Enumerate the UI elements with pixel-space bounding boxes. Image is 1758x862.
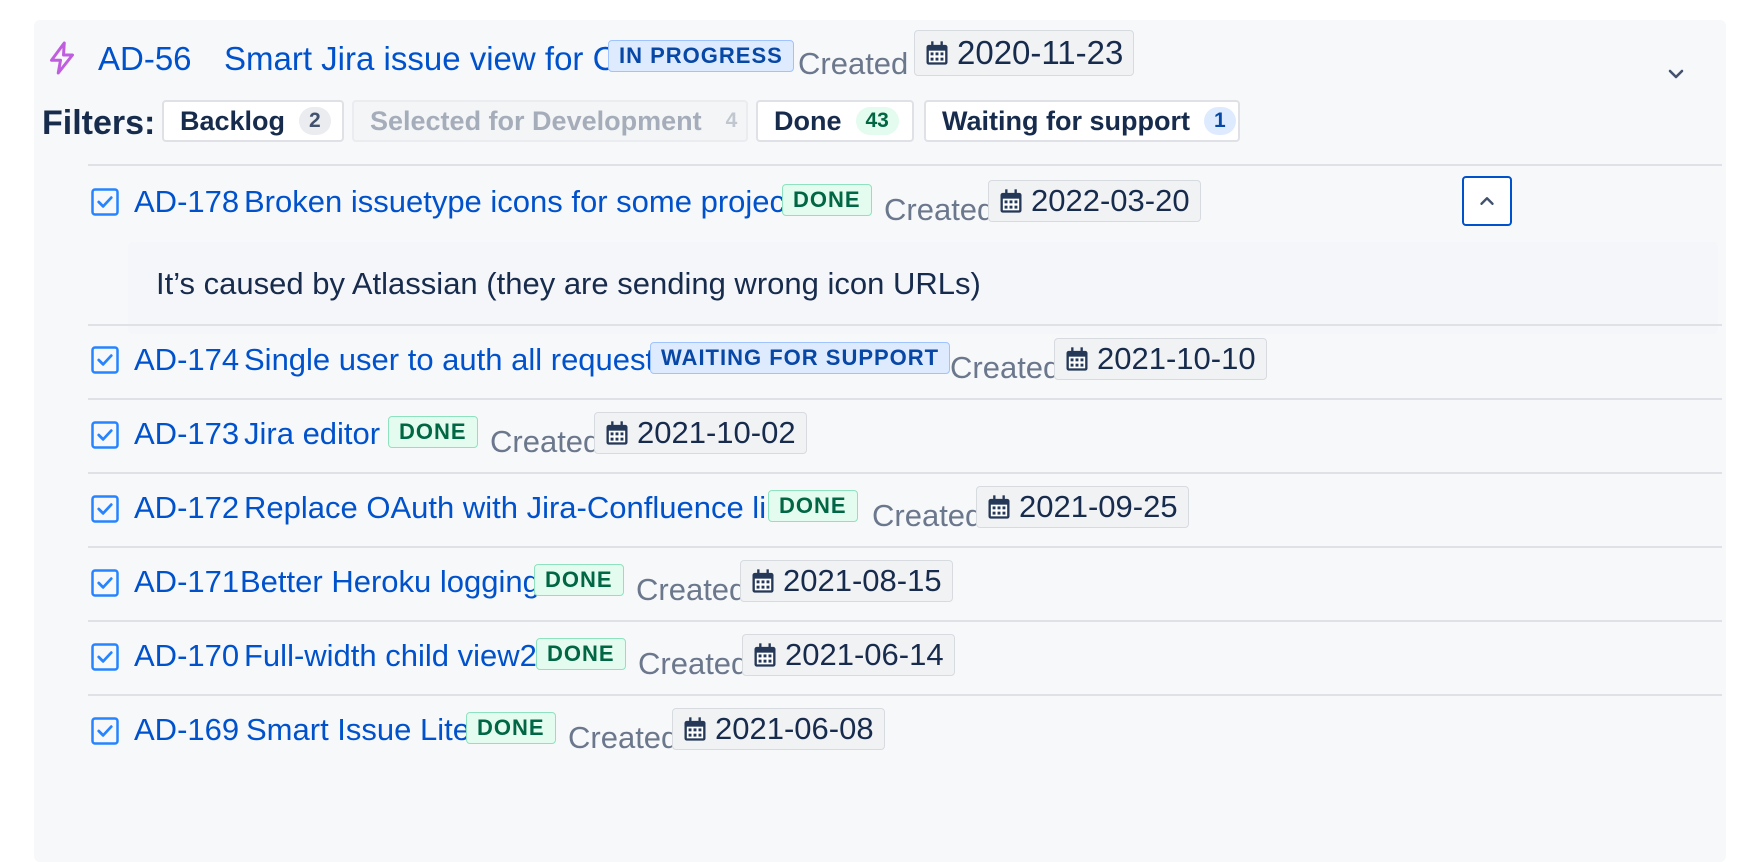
calendar-icon [1066, 347, 1088, 371]
filter-count: 43 [855, 107, 899, 135]
issue-title-link[interactable]: Replace OAuth with Jira-Confluence link [244, 490, 799, 526]
filter-waiting-for-support[interactable]: Waiting for support 1 [924, 100, 1240, 142]
created-date: 2021-10-10 [1054, 338, 1267, 380]
date-text: 2022-03-20 [1031, 183, 1190, 218]
calendar-icon [606, 421, 628, 445]
issue-key-link[interactable]: AD-170 [134, 638, 239, 674]
issue-key-link[interactable]: AD-169 [134, 712, 239, 748]
description-text: It’s caused by Atlassian (they are sendi… [156, 266, 981, 301]
checkbox-icon [91, 346, 119, 374]
collapse-button[interactable] [1462, 176, 1512, 226]
status-lozenge: WAITING FOR SUPPORT [650, 342, 951, 374]
filter-label: Waiting for support [942, 105, 1190, 136]
filter-done[interactable]: Done 43 [756, 100, 914, 142]
epic-title-link[interactable]: Smart Jira issue view for CF [224, 40, 637, 78]
date-text: 2021-10-10 [1097, 341, 1256, 376]
chevron-down-icon[interactable] [1664, 62, 1688, 86]
created-label: Created [884, 192, 995, 227]
issue-title-link[interactable]: Smart Issue Lite [246, 712, 470, 748]
date-text: 2021-06-08 [715, 711, 874, 746]
checkbox-icon [91, 421, 119, 449]
created-date: 2021-08-15 [740, 560, 953, 602]
lightning-icon [50, 41, 74, 75]
filter-label: Selected for Development [370, 105, 702, 136]
status-lozenge: DONE [768, 490, 858, 522]
issue-title-link[interactable]: Better Heroku logging [240, 564, 540, 600]
date-text: 2021-10-02 [637, 415, 796, 450]
row-divider [88, 694, 1722, 696]
issue-title-link[interactable]: Jira editor [244, 416, 380, 452]
issue-description: It’s caused by Atlassian (they are sendi… [128, 242, 1718, 334]
issue-key-link[interactable]: AD-173 [134, 416, 239, 452]
epic-card: AD-56 Smart Jira issue view for CF IN PR… [34, 20, 1726, 862]
filter-backlog[interactable]: Backlog 2 [162, 100, 344, 142]
calendar-icon [988, 495, 1010, 519]
date-text: 2021-06-14 [785, 637, 944, 672]
status-lozenge: DONE [466, 712, 556, 744]
checkbox-icon [91, 495, 119, 523]
row-divider [88, 546, 1722, 548]
date-text: 2021-09-25 [1019, 489, 1178, 524]
epic-created-label: Created [798, 46, 909, 81]
created-label: Created [568, 720, 679, 755]
status-lozenge: DONE [388, 416, 478, 448]
epic-created-date: 2020-11-23 [914, 30, 1135, 76]
row-divider [88, 324, 1722, 326]
issue-title-link[interactable]: Full-width child view2 [244, 638, 537, 674]
filter-selected-for-development[interactable]: Selected for Development 4 [352, 100, 748, 142]
created-label: Created [872, 498, 983, 533]
epic-key-link[interactable]: AD-56 [98, 40, 192, 78]
created-label: Created [638, 646, 749, 681]
checkbox-icon [91, 188, 119, 216]
calendar-icon [1000, 189, 1022, 213]
row-divider [88, 620, 1722, 622]
status-lozenge: DONE [782, 184, 872, 216]
filter-label: Done [774, 105, 842, 136]
checkbox-icon [91, 717, 119, 745]
created-date: 2021-06-08 [672, 708, 885, 750]
checkbox-icon [91, 569, 119, 597]
calendar-icon [754, 643, 776, 667]
created-label: Created [490, 424, 601, 459]
filters-label: Filters: [42, 104, 156, 142]
date-text: 2021-08-15 [783, 563, 942, 598]
date-text: 2020-11-23 [957, 34, 1124, 71]
chevron-up-icon [1480, 197, 1494, 205]
filter-label: Backlog [180, 105, 286, 136]
row-divider [88, 164, 1722, 166]
created-date: 2021-06-14 [742, 634, 955, 676]
created-label: Created [950, 350, 1061, 385]
calendar-icon [684, 717, 706, 741]
issue-key-link[interactable]: AD-171 [134, 564, 239, 600]
filter-count: 1 [1203, 107, 1236, 135]
issue-title-link[interactable]: Single user to auth all requests [244, 342, 670, 378]
status-lozenge: DONE [536, 638, 626, 670]
created-date: 2021-10-02 [594, 412, 807, 454]
issue-key-link[interactable]: AD-178 [134, 184, 239, 220]
row-divider [88, 398, 1722, 400]
checkbox-icon [91, 643, 119, 671]
created-date: 2021-09-25 [976, 486, 1189, 528]
calendar-icon [752, 569, 774, 593]
filter-count: 4 [725, 109, 738, 132]
issue-key-link[interactable]: AD-174 [134, 342, 239, 378]
filter-count: 2 [299, 107, 331, 135]
created-label: Created [636, 572, 747, 607]
calendar-icon [926, 41, 948, 65]
created-date: 2022-03-20 [988, 180, 1201, 222]
issue-key-link[interactable]: AD-172 [134, 490, 239, 526]
issue-title-link[interactable]: Broken issuetype icons for some projects [244, 184, 809, 220]
status-lozenge: DONE [534, 564, 624, 596]
epic-status-lozenge: IN PROGRESS [608, 40, 794, 72]
row-divider [88, 472, 1722, 474]
